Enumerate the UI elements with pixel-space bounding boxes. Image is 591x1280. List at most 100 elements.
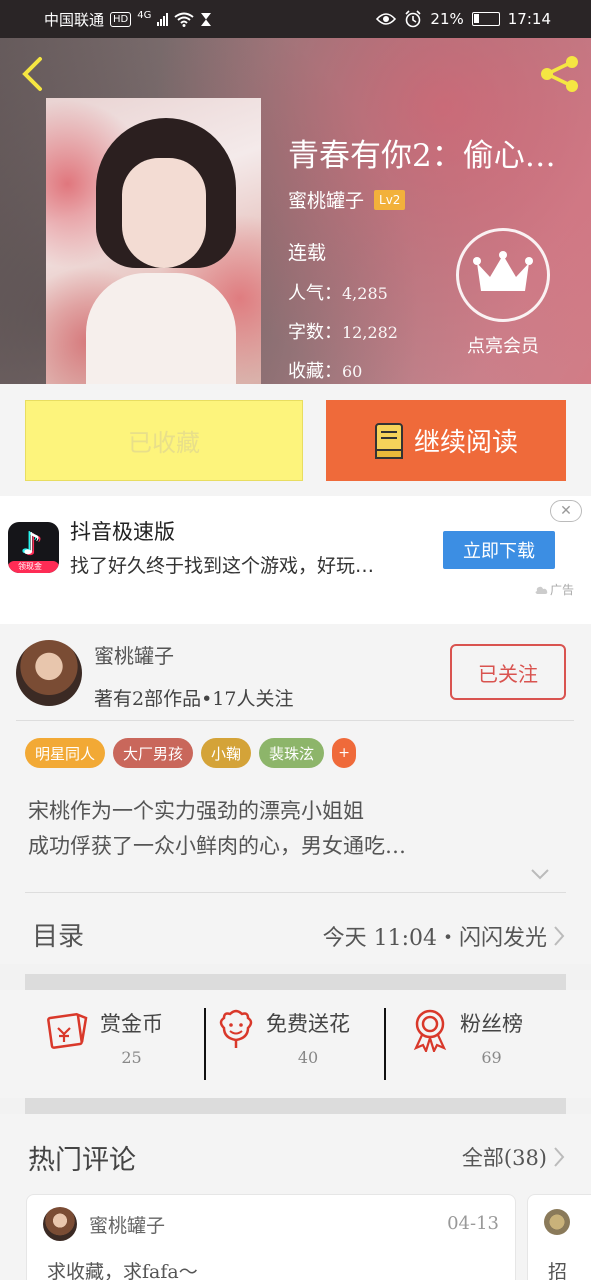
vip-label[interactable]: 点亮会员 bbox=[456, 332, 550, 358]
gift-count: 40 bbox=[297, 1048, 319, 1067]
vip-button[interactable] bbox=[456, 228, 550, 322]
book-icon bbox=[374, 422, 403, 459]
network-label: 4G bbox=[137, 9, 152, 21]
action-bar: 已收藏 继续阅读 bbox=[0, 384, 591, 496]
gift-label: 粉丝榜 bbox=[460, 1012, 523, 1036]
popularity-label: 人气： bbox=[288, 283, 342, 304]
intro-line: 成功俘获了一众小鲜肉的心，男女通吃… bbox=[28, 834, 406, 858]
popularity-value: 4,285 bbox=[342, 284, 388, 303]
gift-label: 赏金币 bbox=[100, 1012, 163, 1036]
gift-label: 免费送花 bbox=[266, 1012, 350, 1036]
level-badge: Lv2 bbox=[374, 189, 406, 210]
eye-icon bbox=[376, 13, 397, 25]
douyin-app-icon: ♪ 领现金 bbox=[8, 522, 59, 573]
ad-banner[interactable]: ♪ 领现金 抖音极速版 找了好久终于找到这个游戏，好玩… 立即下载 ✕ 广告 bbox=[0, 496, 591, 624]
author-avatar[interactable] bbox=[16, 640, 82, 706]
back-button[interactable] bbox=[14, 54, 50, 94]
comment-avatar[interactable] bbox=[544, 1209, 570, 1235]
chevron-down-icon bbox=[531, 869, 549, 880]
signal-icon bbox=[157, 12, 169, 26]
divider bbox=[384, 1008, 386, 1080]
comment-card[interactable]: 招 bbox=[527, 1194, 591, 1280]
close-icon: ✕ bbox=[560, 503, 572, 519]
ad-download-button[interactable]: 立即下载 bbox=[443, 531, 555, 569]
word-count: 字数：12,282 bbox=[288, 318, 398, 344]
gift-count: 25 bbox=[121, 1048, 142, 1067]
share-button[interactable] bbox=[537, 52, 583, 96]
ad-label-text: 广告 bbox=[550, 583, 575, 597]
comment-card[interactable]: 蜜桃罐子 04-13 求收藏，求fafa～ bbox=[26, 1194, 516, 1280]
fan-ranking-button[interactable]: 粉丝榜 69 bbox=[410, 1008, 523, 1080]
medal-icon bbox=[413, 1009, 447, 1052]
hot-comments-section: 热门评论 全部(38) 蜜桃罐子 04-13 求收藏，求fafa～ 招 bbox=[0, 1114, 591, 1280]
book-cover[interactable] bbox=[46, 98, 261, 384]
tag-list: 明星同人 大厂男孩 小鞠 裴珠泫 + bbox=[25, 738, 357, 768]
comment-date: 04-13 bbox=[447, 1213, 499, 1234]
chevron-right-icon bbox=[554, 1147, 565, 1167]
section-separator bbox=[25, 974, 566, 990]
popularity: 人气：4,285 bbox=[288, 279, 388, 305]
wifi-icon bbox=[174, 12, 194, 27]
divider bbox=[25, 892, 566, 893]
gift-count: 69 bbox=[481, 1048, 502, 1067]
author-row[interactable]: 蜜桃罐子 Lv2 bbox=[288, 186, 406, 213]
favorites-label: 收藏： bbox=[288, 361, 342, 382]
reward-coins-button[interactable]: 赏金币 25 bbox=[46, 1008, 163, 1080]
favorites: 收藏：60 bbox=[288, 357, 362, 383]
author-section: 蜜桃罐子 著有2部作品•17人关注 已关注 明星同人 大厂男孩 小鞠 裴珠泫 +… bbox=[0, 624, 591, 964]
more-tags-button[interactable]: + bbox=[332, 738, 357, 768]
divider bbox=[16, 720, 574, 721]
gift-bar: 赏金币 25 免费送花 40 粉丝榜 69 bbox=[0, 990, 591, 1098]
tag-chip[interactable]: 小鞠 bbox=[201, 738, 252, 768]
book-header: 青春有你2：偷心… 蜜桃罐子 Lv2 连载 人气：4,285 字数：12,282… bbox=[0, 38, 591, 384]
chevron-right-icon bbox=[554, 926, 565, 946]
comment-text: 招 bbox=[548, 1261, 568, 1280]
flower-icon bbox=[219, 1009, 253, 1048]
ad-close-button[interactable]: ✕ bbox=[550, 500, 582, 522]
ad-label: 广告 bbox=[534, 581, 574, 598]
all-comments-link[interactable]: 全部(38) bbox=[462, 1142, 565, 1172]
status-bar: 中国联通 HD 4G 21% 17:14 bbox=[0, 0, 591, 38]
expand-button[interactable] bbox=[530, 866, 550, 886]
hourglass-icon bbox=[201, 12, 212, 26]
author-stats: 著有2部作品•17人关注 bbox=[94, 688, 294, 710]
alarm-icon bbox=[405, 10, 421, 28]
collected-button[interactable]: 已收藏 bbox=[25, 400, 303, 481]
crown-icon bbox=[473, 251, 533, 291]
continue-reading-label: 继续阅读 bbox=[413, 428, 518, 458]
serial-status: 连载 bbox=[288, 242, 327, 264]
clock: 17:14 bbox=[507, 10, 551, 28]
author-section-name[interactable]: 蜜桃罐子 bbox=[94, 640, 174, 669]
toc-label: 目录 bbox=[32, 922, 85, 952]
ad-description: 找了好久终于找到这个游戏，好玩… bbox=[70, 555, 375, 577]
ad-app-tag: 领现金 bbox=[8, 561, 59, 573]
hot-comments-title: 热门评论 bbox=[28, 1145, 136, 1176]
divider bbox=[204, 1008, 206, 1080]
comment-text: 求收藏，求fafa～ bbox=[47, 1261, 198, 1280]
all-comments-label: 全部(38) bbox=[461, 1146, 547, 1170]
comment-avatar[interactable] bbox=[43, 1207, 77, 1241]
table-of-contents-row[interactable]: 目录 今天 11:04・闪闪发光 bbox=[0, 900, 591, 964]
comment-author: 蜜桃罐子 bbox=[89, 1215, 166, 1237]
favorites-value: 60 bbox=[342, 362, 363, 381]
tag-chip[interactable]: 大厂男孩 bbox=[113, 738, 194, 768]
chevron-left-icon bbox=[22, 57, 42, 91]
latest-update: 今天 11:04・闪闪发光 bbox=[323, 920, 565, 952]
red-envelope-icon bbox=[47, 1012, 88, 1049]
tag-chip[interactable]: 明星同人 bbox=[25, 738, 106, 768]
battery-percent: 21% bbox=[430, 10, 464, 28]
word-count-value: 12,282 bbox=[342, 323, 398, 342]
book-intro[interactable]: 宋桃作为一个实力强劲的漂亮小姐姐 成功俘获了一众小鲜肉的心，男女通吃… bbox=[28, 794, 548, 864]
ad-title: 抖音极速版 bbox=[70, 520, 175, 544]
continue-reading-button[interactable]: 继续阅读 bbox=[326, 400, 566, 481]
hd-badge: HD bbox=[110, 11, 132, 27]
word-count-label: 字数： bbox=[288, 322, 342, 343]
carrier-label: 中国联通 bbox=[44, 10, 105, 29]
intro-line: 宋桃作为一个实力强劲的漂亮小姐姐 bbox=[28, 799, 364, 823]
latest-update-text: 今天 11:04・闪闪发光 bbox=[322, 926, 547, 951]
book-title: 青春有你2：偷心… bbox=[288, 138, 556, 174]
tag-chip[interactable]: 裴珠泫 bbox=[259, 738, 325, 768]
send-flower-button[interactable]: 免费送花 40 bbox=[216, 1008, 350, 1080]
cloud-icon bbox=[535, 586, 548, 594]
follow-button[interactable]: 已关注 bbox=[450, 644, 566, 700]
